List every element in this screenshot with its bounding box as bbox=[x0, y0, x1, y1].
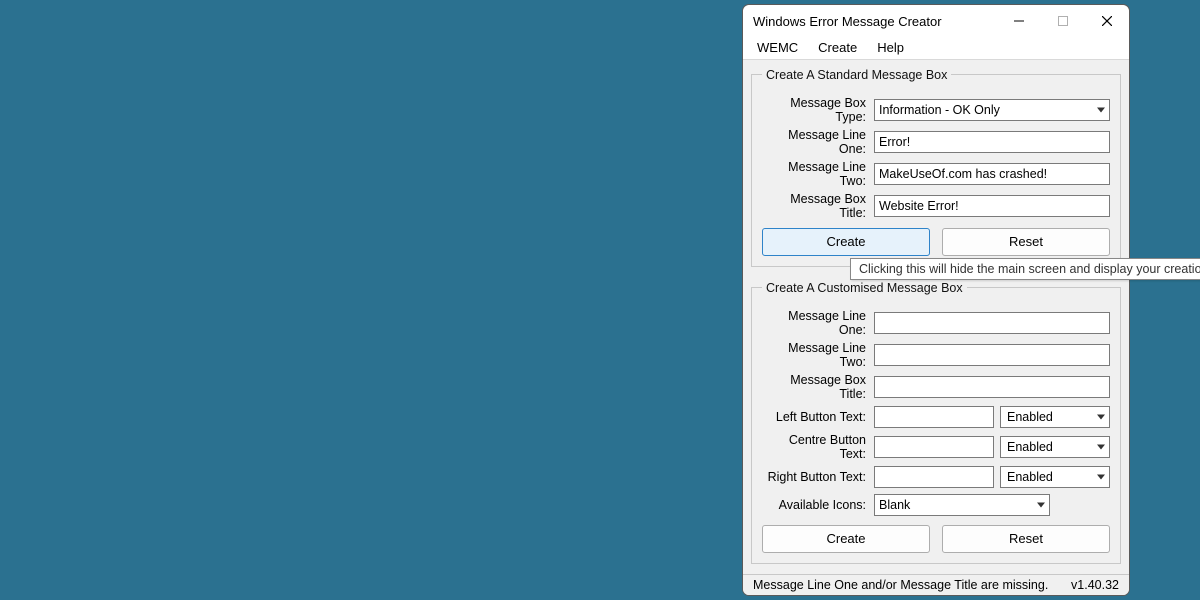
label-custom-line-one: Message Line One: bbox=[762, 309, 874, 337]
label-line-two: Message Line Two: bbox=[762, 160, 874, 188]
app-window: Windows Error Message Creator WEMC Creat… bbox=[742, 4, 1130, 596]
statusbar: Message Line One and/or Message Title ar… bbox=[743, 574, 1129, 595]
chevron-down-icon bbox=[1097, 444, 1105, 449]
line-two-input[interactable] bbox=[874, 163, 1110, 185]
custom-line-one-input[interactable] bbox=[874, 312, 1110, 334]
msgbox-title-input[interactable] bbox=[874, 195, 1110, 217]
right-button-state-combo[interactable]: Enabled bbox=[1000, 466, 1110, 488]
status-message: Message Line One and/or Message Title ar… bbox=[753, 578, 1048, 592]
custom-reset-button[interactable]: Reset bbox=[942, 525, 1110, 553]
menu-wemc[interactable]: WEMC bbox=[747, 38, 808, 57]
centre-button-state-combo[interactable]: Enabled bbox=[1000, 436, 1110, 458]
available-icons-combo[interactable]: Blank bbox=[874, 494, 1050, 516]
label-available-icons: Available Icons: bbox=[762, 498, 874, 512]
custom-create-button[interactable]: Create bbox=[762, 525, 930, 553]
label-centre-button: Centre Button Text: bbox=[762, 433, 874, 461]
left-button-state-combo[interactable]: Enabled bbox=[1000, 406, 1110, 428]
titlebar: Windows Error Message Creator bbox=[743, 5, 1129, 37]
custom-line-two-input[interactable] bbox=[874, 344, 1110, 366]
left-button-text-input[interactable] bbox=[874, 406, 994, 428]
window-title: Windows Error Message Creator bbox=[753, 14, 997, 29]
label-msgbox-title: Message Box Title: bbox=[762, 192, 874, 220]
label-custom-title: Message Box Title: bbox=[762, 373, 874, 401]
standard-legend: Create A Standard Message Box bbox=[762, 68, 951, 82]
standard-create-button[interactable]: Create bbox=[762, 228, 930, 256]
minimize-button[interactable] bbox=[997, 5, 1041, 37]
label-custom-line-two: Message Line Two: bbox=[762, 341, 874, 369]
right-button-text-input[interactable] bbox=[874, 466, 994, 488]
chevron-down-icon bbox=[1097, 474, 1105, 479]
close-button[interactable] bbox=[1085, 5, 1129, 37]
menubar: WEMC Create Help bbox=[743, 37, 1129, 60]
label-left-button: Left Button Text: bbox=[762, 410, 874, 424]
menu-create[interactable]: Create bbox=[808, 38, 867, 57]
chevron-down-icon bbox=[1097, 107, 1105, 112]
client-area: Create A Standard Message Box Message Bo… bbox=[743, 60, 1129, 574]
standard-reset-button[interactable]: Reset bbox=[942, 228, 1110, 256]
custom-group: Create A Customised Message Box Message … bbox=[751, 281, 1121, 564]
custom-legend: Create A Customised Message Box bbox=[762, 281, 967, 295]
label-right-button: Right Button Text: bbox=[762, 470, 874, 484]
chevron-down-icon bbox=[1097, 414, 1105, 419]
line-one-input[interactable] bbox=[874, 131, 1110, 153]
label-line-one: Message Line One: bbox=[762, 128, 874, 156]
version-label: v1.40.32 bbox=[1071, 578, 1119, 592]
menu-help[interactable]: Help bbox=[867, 38, 914, 57]
chevron-down-icon bbox=[1037, 502, 1045, 507]
create-button-tooltip: Clicking this will hide the main screen … bbox=[850, 258, 1200, 280]
label-msgbox-type: Message Box Type: bbox=[762, 96, 874, 124]
maximize-button[interactable] bbox=[1041, 5, 1085, 37]
msgbox-type-combo[interactable]: Information - OK Only bbox=[874, 99, 1110, 121]
centre-button-text-input[interactable] bbox=[874, 436, 994, 458]
custom-title-input[interactable] bbox=[874, 376, 1110, 398]
standard-group: Create A Standard Message Box Message Bo… bbox=[751, 68, 1121, 267]
